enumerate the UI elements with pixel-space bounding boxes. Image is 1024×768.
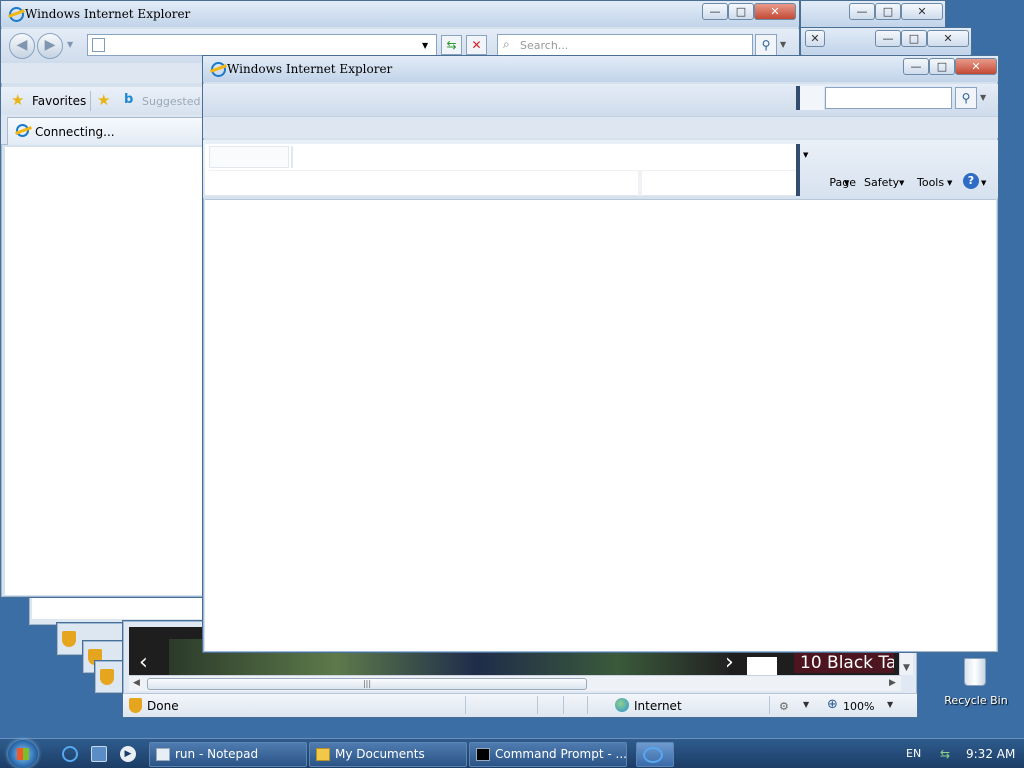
close-button[interactable]: ✕ bbox=[805, 30, 825, 47]
protected-mode-icon[interactable]: ⚙ bbox=[779, 700, 789, 713]
ie-logo-icon bbox=[643, 746, 663, 763]
tab-connecting[interactable]: Connecting... bbox=[7, 117, 203, 145]
taskbar: ▶ run - Notepad My Documents Command Pro… bbox=[0, 738, 1024, 768]
safety-menu[interactable]: Safety bbox=[864, 176, 899, 189]
page-content bbox=[205, 199, 996, 651]
close-button[interactable]: ✕ bbox=[955, 58, 997, 75]
ie-logo-icon bbox=[9, 7, 24, 22]
quicklaunch-show-desktop-icon[interactable] bbox=[91, 746, 107, 762]
ie-logo-icon bbox=[16, 124, 29, 137]
language-indicator[interactable]: EN bbox=[906, 747, 921, 760]
chevron-down-icon[interactable]: ▼ bbox=[803, 151, 808, 159]
page-menu-label: Page bbox=[829, 176, 856, 189]
scroll-left-icon[interactable]: ◀ bbox=[133, 678, 140, 688]
minimize-button[interactable]: — bbox=[849, 3, 875, 20]
help-icon[interactable]: ? bbox=[963, 173, 979, 189]
minimize-button[interactable]: — bbox=[903, 58, 929, 75]
chevron-down-icon[interactable]: ▼ bbox=[899, 179, 904, 187]
search-button[interactable]: ⚲ bbox=[955, 87, 977, 109]
chevron-down-icon[interactable]: ▼ bbox=[981, 179, 986, 187]
refresh-button[interactable]: ⇆ bbox=[441, 35, 462, 55]
network-icon[interactable]: ⇆ bbox=[940, 747, 956, 761]
recycle-bin[interactable]: Recycle Bin bbox=[940, 654, 1012, 710]
status-text: Done bbox=[147, 699, 179, 713]
address-bar[interactable]: ▼ bbox=[87, 34, 437, 56]
status-bar: Done Internet ⚙ ▼ ⊕ 100% ▼ bbox=[123, 693, 917, 717]
favorites-button[interactable]: Favorites bbox=[32, 94, 86, 108]
bing-icon: b bbox=[124, 92, 134, 107]
notepad-icon bbox=[156, 748, 170, 761]
task-label: My Documents bbox=[335, 747, 425, 761]
maximize-button[interactable]: □ bbox=[875, 3, 901, 20]
quicklaunch-media-icon[interactable]: ▶ bbox=[120, 746, 136, 762]
add-favorites-icon[interactable]: ★ bbox=[97, 91, 110, 109]
back-button[interactable]: ◀ bbox=[9, 33, 35, 59]
recycle-bin-label: Recycle Bin bbox=[944, 694, 1008, 707]
maximize-button[interactable]: □ bbox=[728, 3, 754, 20]
start-button[interactable] bbox=[8, 740, 38, 768]
zoom-level[interactable]: 100% bbox=[843, 700, 874, 713]
chevron-down-icon[interactable]: ▼ bbox=[947, 179, 952, 187]
scroll-down-icon[interactable]: ▼ bbox=[903, 663, 910, 673]
task-label: run - Notepad bbox=[175, 747, 259, 761]
tab-label: Connecting... bbox=[35, 125, 115, 139]
window-title: Windows Internet Explorer bbox=[227, 62, 393, 76]
close-button[interactable]: ✕ bbox=[901, 3, 943, 20]
taskbar-button-command-prompt[interactable]: Command Prompt - ... bbox=[469, 742, 627, 767]
horizontal-scrollbar[interactable]: ◀ ||| ▶ bbox=[129, 675, 901, 691]
search-icon: ⌕ bbox=[503, 37, 510, 51]
maximize-button[interactable]: □ bbox=[929, 58, 955, 75]
folder-icon bbox=[316, 748, 330, 761]
maximize-button[interactable]: □ bbox=[901, 30, 927, 47]
minimize-button[interactable]: — bbox=[702, 3, 728, 20]
command-bar: ▼ Page ▼ Safety ▼ Tools ▼ ? ▼ bbox=[203, 140, 998, 198]
page-icon bbox=[92, 38, 105, 52]
chevron-down-icon[interactable]: ▼ bbox=[980, 93, 986, 102]
ie-window-back-2: — □ ✕ bbox=[800, 0, 946, 30]
zone-label: Internet bbox=[634, 699, 682, 713]
chevron-down-icon[interactable]: ▼ bbox=[887, 700, 893, 709]
shield-icon bbox=[100, 669, 114, 685]
navigation-bar: ⚲ ▼ bbox=[203, 84, 998, 116]
shield-icon bbox=[129, 698, 142, 713]
shield-icon bbox=[62, 631, 76, 647]
close-button[interactable]: ✕ bbox=[927, 30, 969, 47]
chevron-down-icon[interactable]: ▼ bbox=[803, 700, 809, 709]
taskbar-button-my-documents[interactable]: My Documents bbox=[309, 742, 467, 767]
ie-window-back-3: ✕ — □ ✕ bbox=[800, 27, 972, 57]
next-arrow-icon[interactable]: › bbox=[725, 652, 734, 674]
zoom-icon[interactable]: ⊕ bbox=[827, 697, 838, 712]
quicklaunch-ie-icon[interactable] bbox=[62, 746, 78, 762]
forward-button[interactable]: ▶ bbox=[37, 33, 63, 59]
taskbar-button-ie-group[interactable] bbox=[636, 742, 674, 767]
search-input[interactable]: ⌕ Search... bbox=[497, 34, 753, 56]
chevron-down-icon[interactable]: ▼ bbox=[780, 40, 786, 49]
ie-window-front: Windows Internet Explorer — □ ✕ ⚲ ▼ ▼ Pa… bbox=[202, 55, 999, 653]
banner-text: 10 Black Tas bbox=[794, 653, 894, 673]
ie-logo-icon bbox=[211, 62, 226, 77]
windows-logo-icon bbox=[17, 748, 29, 760]
page-menu[interactable]: Page bbox=[822, 176, 856, 189]
taskbar-button-notepad[interactable]: run - Notepad bbox=[149, 742, 307, 767]
cmd-icon bbox=[476, 748, 490, 761]
minimize-button[interactable]: — bbox=[875, 30, 901, 47]
scroll-right-icon[interactable]: ▶ bbox=[889, 678, 896, 688]
close-button[interactable]: ✕ bbox=[754, 3, 796, 20]
scroll-thumb[interactable]: ||| bbox=[147, 678, 587, 690]
prev-arrow-icon[interactable]: ‹ bbox=[139, 652, 148, 674]
search-input[interactable] bbox=[825, 87, 952, 109]
search-placeholder: Search... bbox=[520, 39, 569, 52]
tools-menu[interactable]: Tools bbox=[917, 176, 944, 189]
clock[interactable]: 9:32 AM bbox=[966, 747, 1015, 761]
window-title: Windows Internet Explorer bbox=[25, 7, 191, 21]
recycle-bin-icon bbox=[964, 658, 986, 686]
chevron-down-icon[interactable]: ▼ bbox=[422, 41, 428, 50]
globe-icon bbox=[615, 698, 629, 712]
chevron-down-icon[interactable]: ▼ bbox=[67, 40, 73, 49]
task-label: Command Prompt - ... bbox=[495, 747, 627, 761]
favorites-star-icon: ★ bbox=[11, 91, 25, 109]
chevron-down-icon[interactable]: ▼ bbox=[844, 179, 849, 187]
stop-button[interactable]: ✕ bbox=[466, 35, 487, 55]
search-button[interactable]: ⚲ bbox=[755, 34, 777, 56]
